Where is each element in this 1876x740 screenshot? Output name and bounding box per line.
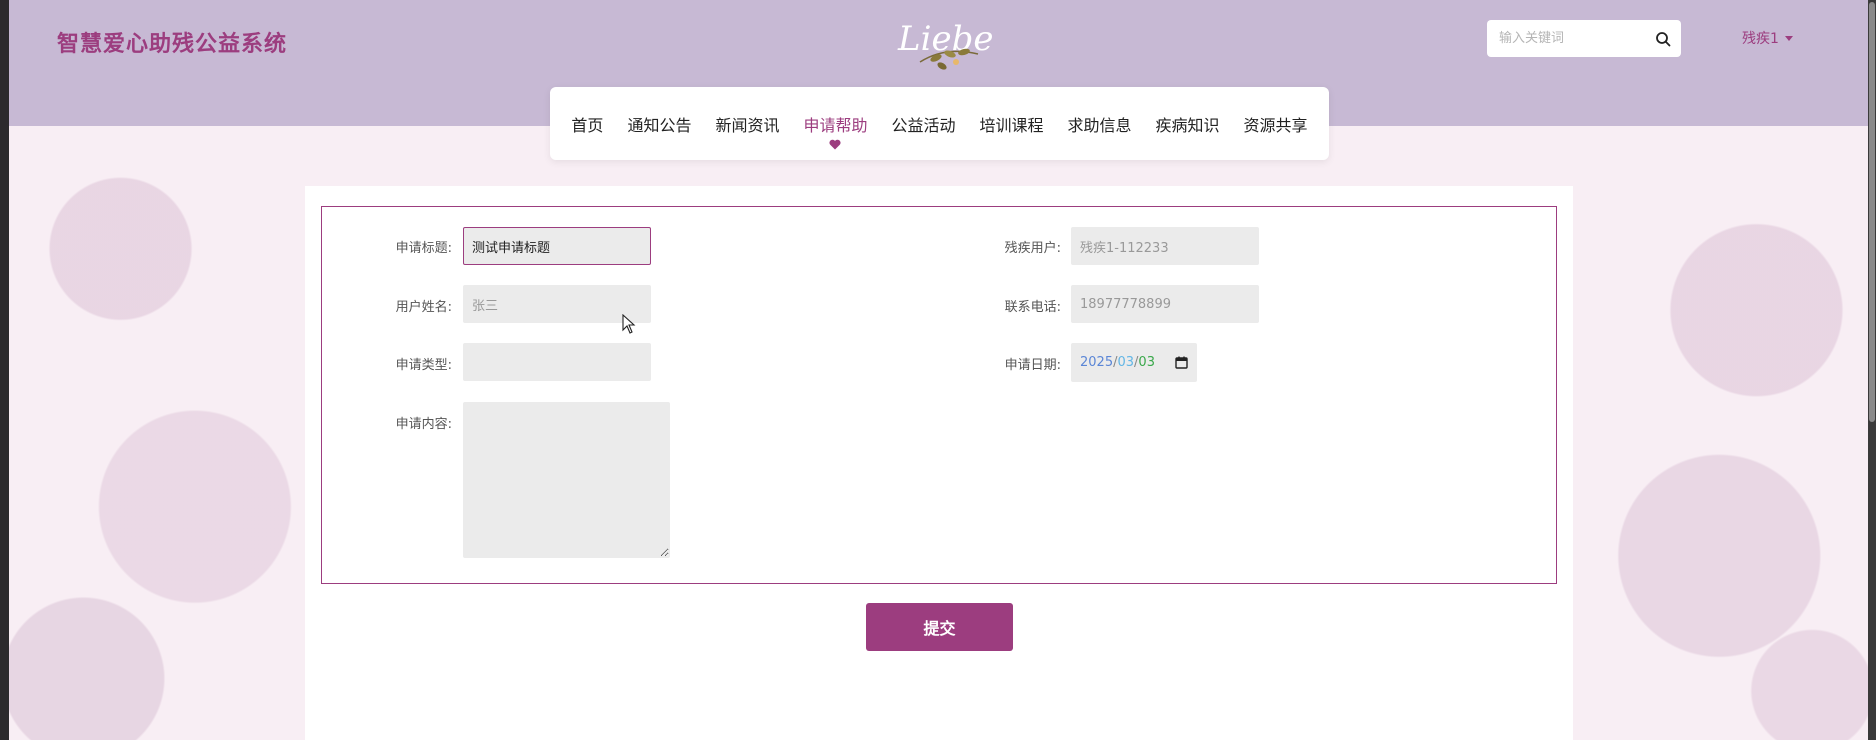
nav-item-training[interactable]: 培训课程	[968, 87, 1056, 160]
nav-item-help-requests[interactable]: 求助信息	[1056, 87, 1144, 160]
date-month: 03	[1117, 355, 1135, 370]
nav-label: 求助信息	[1067, 115, 1132, 135]
window-edge	[0, 0, 9, 740]
site-title: 智慧爱心助残公益系统	[57, 32, 288, 57]
disabled-user-input[interactable]	[1071, 227, 1259, 265]
nav-label: 新闻资讯	[715, 115, 780, 135]
search-box[interactable]	[1487, 20, 1681, 57]
date-label: 申请日期:	[1004, 358, 1061, 373]
nav-label: 公益活动	[891, 115, 956, 135]
type-input[interactable]	[463, 343, 651, 381]
nav-item-home[interactable]: 首页	[559, 87, 615, 160]
content-label: 申请内容:	[395, 417, 452, 432]
nav-label: 通知公告	[627, 115, 692, 135]
date-day: 03	[1138, 355, 1155, 370]
main-nav: 首页 通知公告 新闻资讯 申请帮助 公益活动 培训课程 求助信息 疾病知识 资源…	[550, 87, 1329, 160]
phone-input[interactable]	[1071, 285, 1259, 323]
title-input[interactable]	[463, 227, 651, 265]
user-name: 残疾1	[1742, 31, 1779, 47]
search-icon[interactable]	[1655, 31, 1671, 47]
disabled-user-label: 残疾用户:	[1004, 241, 1061, 256]
heart-icon	[829, 139, 842, 150]
nav-item-apply-help[interactable]: 申请帮助	[791, 87, 879, 160]
submit-button[interactable]: 提交	[866, 603, 1013, 651]
title-label: 申请标题:	[395, 241, 452, 256]
user-menu[interactable]: 残疾1	[1742, 28, 1793, 48]
search-input[interactable]	[1497, 30, 1651, 47]
chevron-down-icon	[1784, 35, 1793, 41]
calendar-icon[interactable]	[1175, 356, 1188, 369]
nav-item-news[interactable]: 新闻资讯	[703, 87, 791, 160]
nav-item-charity-events[interactable]: 公益活动	[879, 87, 967, 160]
type-label: 申请类型:	[395, 358, 452, 373]
nav-item-resource-sharing[interactable]: 资源共享	[1232, 87, 1320, 160]
date-input[interactable]: 2025/03/03	[1071, 343, 1197, 382]
nav-label: 培训课程	[979, 115, 1044, 135]
nav-label: 资源共享	[1243, 115, 1308, 135]
phone-label: 联系电话:	[1004, 300, 1061, 315]
name-label: 用户姓名:	[395, 300, 452, 315]
nav-item-notices[interactable]: 通知公告	[615, 87, 703, 160]
nav-label: 首页	[571, 115, 604, 135]
date-year: 2025	[1080, 355, 1114, 370]
nav-label: 疾病知识	[1155, 115, 1220, 135]
mouse-cursor-icon	[622, 314, 636, 334]
content-textarea[interactable]	[463, 402, 670, 558]
site-logo[interactable]: Liebe	[890, 6, 1000, 74]
nav-item-disease-knowledge[interactable]: 疾病知识	[1144, 87, 1232, 160]
scrollbar-thumb[interactable]	[1869, 2, 1875, 422]
nav-label: 申请帮助	[803, 115, 868, 135]
